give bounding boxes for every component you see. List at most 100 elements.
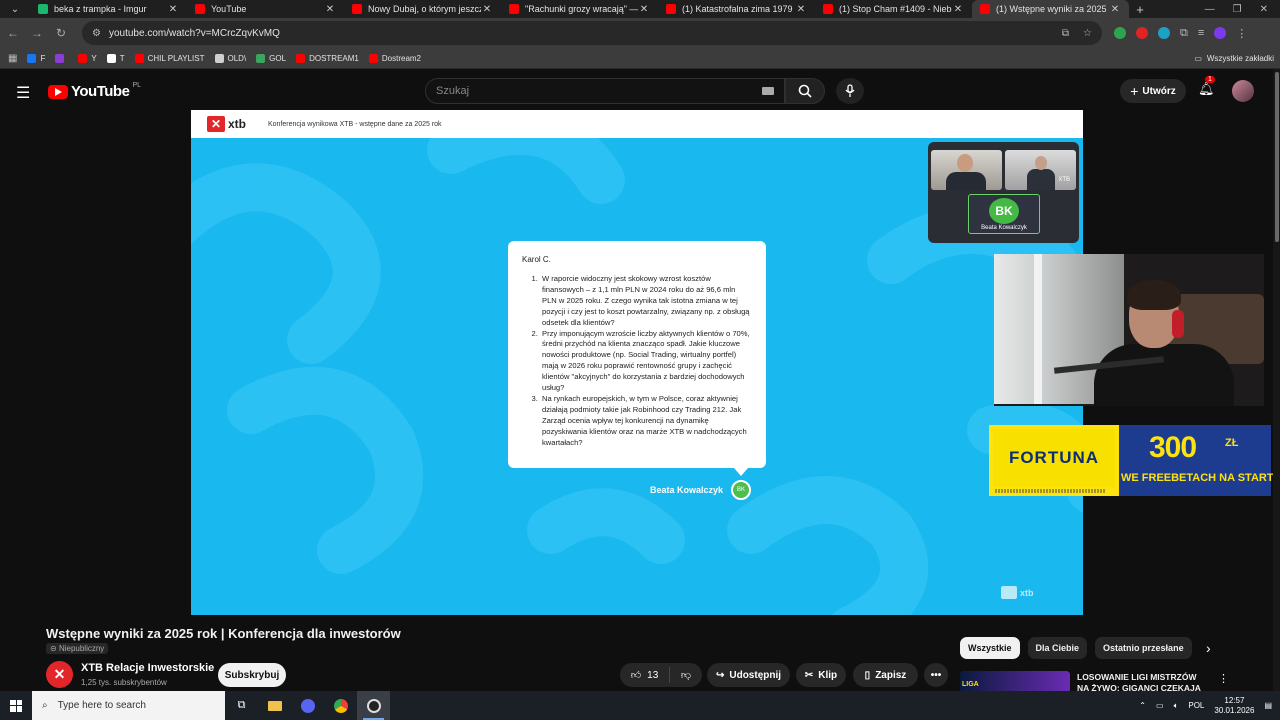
restore-icon[interactable]: ❐ <box>1233 4 1242 15</box>
minimize-icon[interactable]: — <box>1205 4 1215 15</box>
apps-grid-icon[interactable]: ▦ <box>8 53 17 64</box>
task-view-icon[interactable]: ⧉ <box>225 691 258 720</box>
start-button[interactable] <box>0 691 32 720</box>
channel-name[interactable]: XTB Relacje Inwestorskie <box>81 662 214 674</box>
hamburger-menu-icon[interactable]: ☰ <box>16 83 30 103</box>
thumbs-down-icon: 👎︎ <box>680 670 692 681</box>
subscribe-button[interactable]: Subskrybuj <box>218 663 286 687</box>
volume-icon[interactable]: 🔈︎ <box>1174 701 1179 711</box>
like-dislike-control: 👍︎ 13 👎︎ <box>620 663 702 687</box>
bookmark-item[interactable]: CHIL PLAYLIST <box>134 53 205 63</box>
bookmark-label: GOL <box>269 53 287 63</box>
extension-icon[interactable] <box>1136 27 1148 39</box>
extension-icon[interactable] <box>1158 27 1170 39</box>
notifications-button[interactable]: 🔔︎ 1 <box>1198 76 1215 97</box>
bookmark-item[interactable]: DOSTREAM1 <box>296 53 359 63</box>
bookmark-item[interactable]: T <box>106 53 125 63</box>
bookmark-favicon-icon <box>296 53 306 63</box>
clock[interactable]: 12:57 30.01.2026 <box>1214 696 1254 716</box>
file-explorer-icon[interactable] <box>258 691 291 720</box>
address-bar[interactable]: ⚙ youtube.com/watch?v=MCrcZqvKvMQ ⧉ ☆ <box>82 21 1102 45</box>
dislike-button[interactable]: 👎︎ <box>670 669 702 681</box>
reload-icon[interactable]: ↻ <box>50 26 72 40</box>
media-icon[interactable]: ≡ <box>1198 27 1204 39</box>
tab-close-icon[interactable]: ✕ <box>638 4 650 15</box>
bookmark-item[interactable] <box>55 53 68 63</box>
language-indicator[interactable]: POL <box>1188 701 1204 710</box>
tab-close-icon[interactable]: ✕ <box>1109 4 1121 15</box>
back-icon[interactable]: ← <box>2 26 24 40</box>
browser-tab[interactable]: "Rachunki grozy wracają" — ko ✕ <box>501 0 658 18</box>
bookmark-item[interactable]: OLD\ <box>214 53 246 63</box>
search-button[interactable] <box>785 78 825 104</box>
like-button[interactable]: 👍︎ 13 <box>620 667 670 683</box>
bookmark-label: CHIL PLAYLIST <box>147 53 205 63</box>
all-bookmarks[interactable]: ▭ Wszystkie zakładki <box>1194 54 1280 63</box>
search-input[interactable]: Szukaj <box>425 78 785 104</box>
chip-for-you[interactable]: Dla Ciebie <box>1027 637 1088 659</box>
browser-tab[interactable]: beka z trampka - Imgur ✕ <box>30 0 187 18</box>
forward-icon[interactable]: → <box>26 26 48 40</box>
bookmark-item[interactable]: GOL <box>256 53 287 63</box>
chevron-right-icon[interactable]: › <box>1206 640 1211 656</box>
browser-tab[interactable]: YouTube ✕ <box>187 0 344 18</box>
puzzle-icon[interactable]: ⧉ <box>1180 27 1188 40</box>
extension-icon[interactable] <box>1114 27 1126 39</box>
chrome-icon[interactable] <box>324 691 357 720</box>
chip-all[interactable]: Wszystkie <box>960 637 1020 659</box>
video-player[interactable]: ✕ xtb Konferencja wynikowa XTB - wstępne… <box>191 110 1083 615</box>
install-app-icon[interactable]: ⧉ <box>1062 28 1069 39</box>
obs-icon[interactable] <box>357 691 390 720</box>
tab-label: (1) Katastrofalna zima 1979 rok <box>682 4 795 14</box>
voice-search-button[interactable] <box>836 78 864 104</box>
browser-tab[interactable]: (1) Katastrofalna zima 1979 rok✕ <box>658 0 815 18</box>
tab-close-icon[interactable]: ✕ <box>324 4 336 15</box>
url-text[interactable]: youtube.com/watch?v=MCrcZqvKvMQ <box>109 28 1062 39</box>
taskbar-search[interactable]: ⌕ Type here to search <box>32 691 225 720</box>
scrollbar-thumb[interactable] <box>1275 72 1279 242</box>
discord-icon[interactable] <box>291 691 324 720</box>
tab-search-icon[interactable]: ⌄ <box>0 0 30 18</box>
all-bookmarks-label: Wszystkie zakładki <box>1206 53 1274 63</box>
tab-close-icon[interactable]: ✕ <box>167 4 179 15</box>
youtube-logo[interactable]: YouTube PL <box>48 82 141 100</box>
share-button[interactable]: ↪ Udostępnij <box>707 663 790 687</box>
question-item: Na rynkach europejskich, w tym w Polsce,… <box>540 394 752 449</box>
scissors-icon: ✂ <box>804 669 814 681</box>
bookmark-item[interactable]: Y <box>78 53 97 63</box>
recommendation-title[interactable]: LOSOWANIE LIGI MISTRZÓW NA ŻYWO: GIGANCI… <box>1077 672 1207 693</box>
ad-brand: FORTUNA <box>1008 448 1100 467</box>
clip-button[interactable]: ✂ Klip <box>796 663 846 687</box>
browser-tab[interactable]: Nowy Dubaj, o którym jeszcze ✕ <box>344 0 501 18</box>
bookmark-star-icon[interactable]: ☆ <box>1083 28 1092 39</box>
new-tab-button[interactable]: + <box>1129 2 1151 17</box>
save-button[interactable]: ▯ Zapisz <box>853 663 918 687</box>
channel-avatar[interactable]: ✕ <box>46 661 73 688</box>
chevron-up-icon[interactable]: ⌃ <box>1139 701 1146 710</box>
bookmark-label: T <box>119 53 125 63</box>
account-avatar[interactable] <box>1232 80 1254 102</box>
participant-camera-1 <box>931 150 1002 190</box>
tab-close-icon[interactable]: ✕ <box>952 4 964 15</box>
tab-close-icon[interactable]: ✕ <box>795 4 807 15</box>
bookmark-item[interactable]: Dostream2 <box>368 53 421 63</box>
bookmark-item[interactable]: F <box>27 53 45 63</box>
more-actions-button[interactable]: ••• <box>924 663 948 687</box>
profile-icon[interactable] <box>1214 27 1227 39</box>
network-icon[interactable]: ▭ <box>1156 701 1164 710</box>
recommendation-thumbnail[interactable]: LIGA <box>960 671 1070 693</box>
browser-tab[interactable]: (1) Wstępne wyniki za 2025 ✕ <box>972 0 1129 18</box>
create-button[interactable]: + Utwórz <box>1120 79 1186 103</box>
notification-center-icon[interactable]: ▤ <box>1264 701 1272 710</box>
more-vertical-icon[interactable]: ⋮ <box>1218 672 1229 685</box>
site-info-icon[interactable]: ⚙ <box>92 28 101 39</box>
more-menu-icon[interactable]: ⋮ <box>1236 27 1247 40</box>
tab-close-icon[interactable]: ✕ <box>481 4 493 15</box>
close-window-icon[interactable]: ✕ <box>1260 4 1268 15</box>
browser-tab[interactable]: (1) Stop Cham #1409 - Niebezp✕ <box>815 0 972 18</box>
question-bubble: Karol C. W raporcie widoczny jest skokow… <box>508 241 766 476</box>
bell-icon: 🔔︎ <box>1198 81 1215 96</box>
streamer-webcam <box>994 254 1264 406</box>
keyboard-icon[interactable] <box>762 87 774 95</box>
chip-recently-uploaded[interactable]: Ostatnio przesłane <box>1095 637 1192 659</box>
